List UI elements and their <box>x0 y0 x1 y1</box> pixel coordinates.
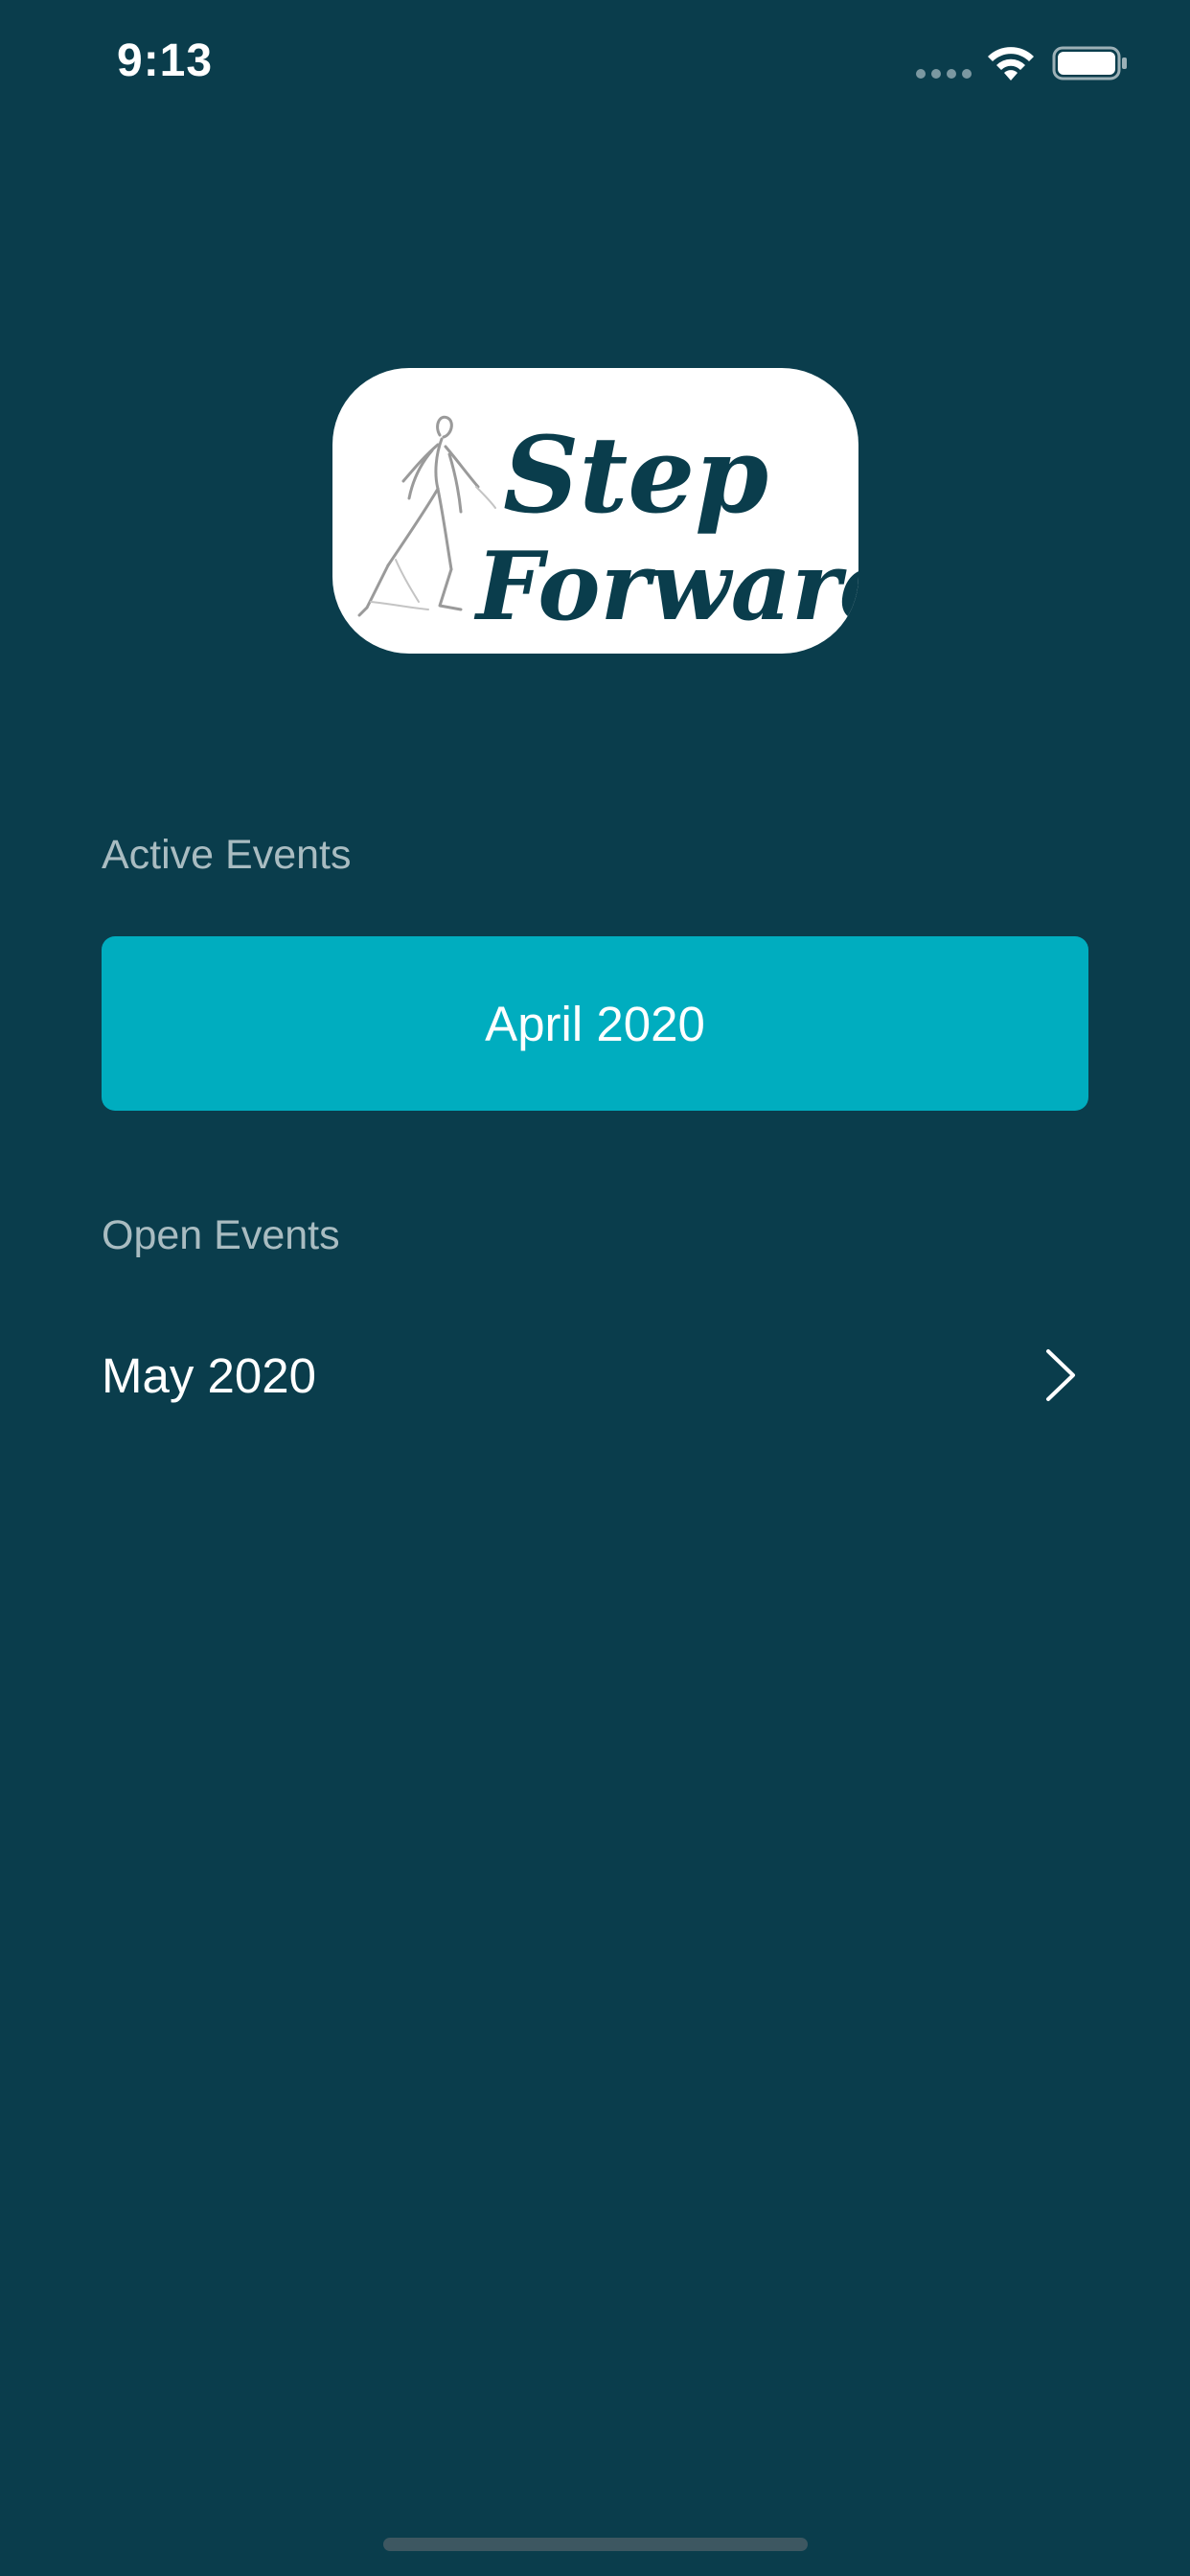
active-events-heading: Active Events <box>102 832 352 878</box>
open-event-label: May 2020 <box>102 1347 316 1403</box>
open-events-heading: Open Events <box>102 1212 340 1258</box>
active-event-label: April 2020 <box>485 996 705 1051</box>
status-bar: 9:13 <box>0 0 1190 126</box>
cellular-signal-icon <box>916 69 972 80</box>
wifi-icon <box>988 47 1034 80</box>
open-event-row[interactable]: May 2020 <box>102 1322 1088 1428</box>
event-list-screen: 9:13 Step Forwar Active Events April 202… <box>0 0 1190 2576</box>
logo-text-forward: Forward <box>473 532 858 642</box>
chevron-right-icon <box>1046 1349 1075 1401</box>
battery-icon <box>1052 46 1127 80</box>
home-indicator[interactable] <box>383 2538 808 2551</box>
active-event-button[interactable]: April 2020 <box>102 936 1088 1111</box>
walking-person-icon: Step Forward <box>357 413 858 642</box>
logo-text-step: Step <box>503 413 768 537</box>
status-time: 9:13 <box>117 35 214 86</box>
step-forward-logo: Step Forward <box>332 368 858 654</box>
